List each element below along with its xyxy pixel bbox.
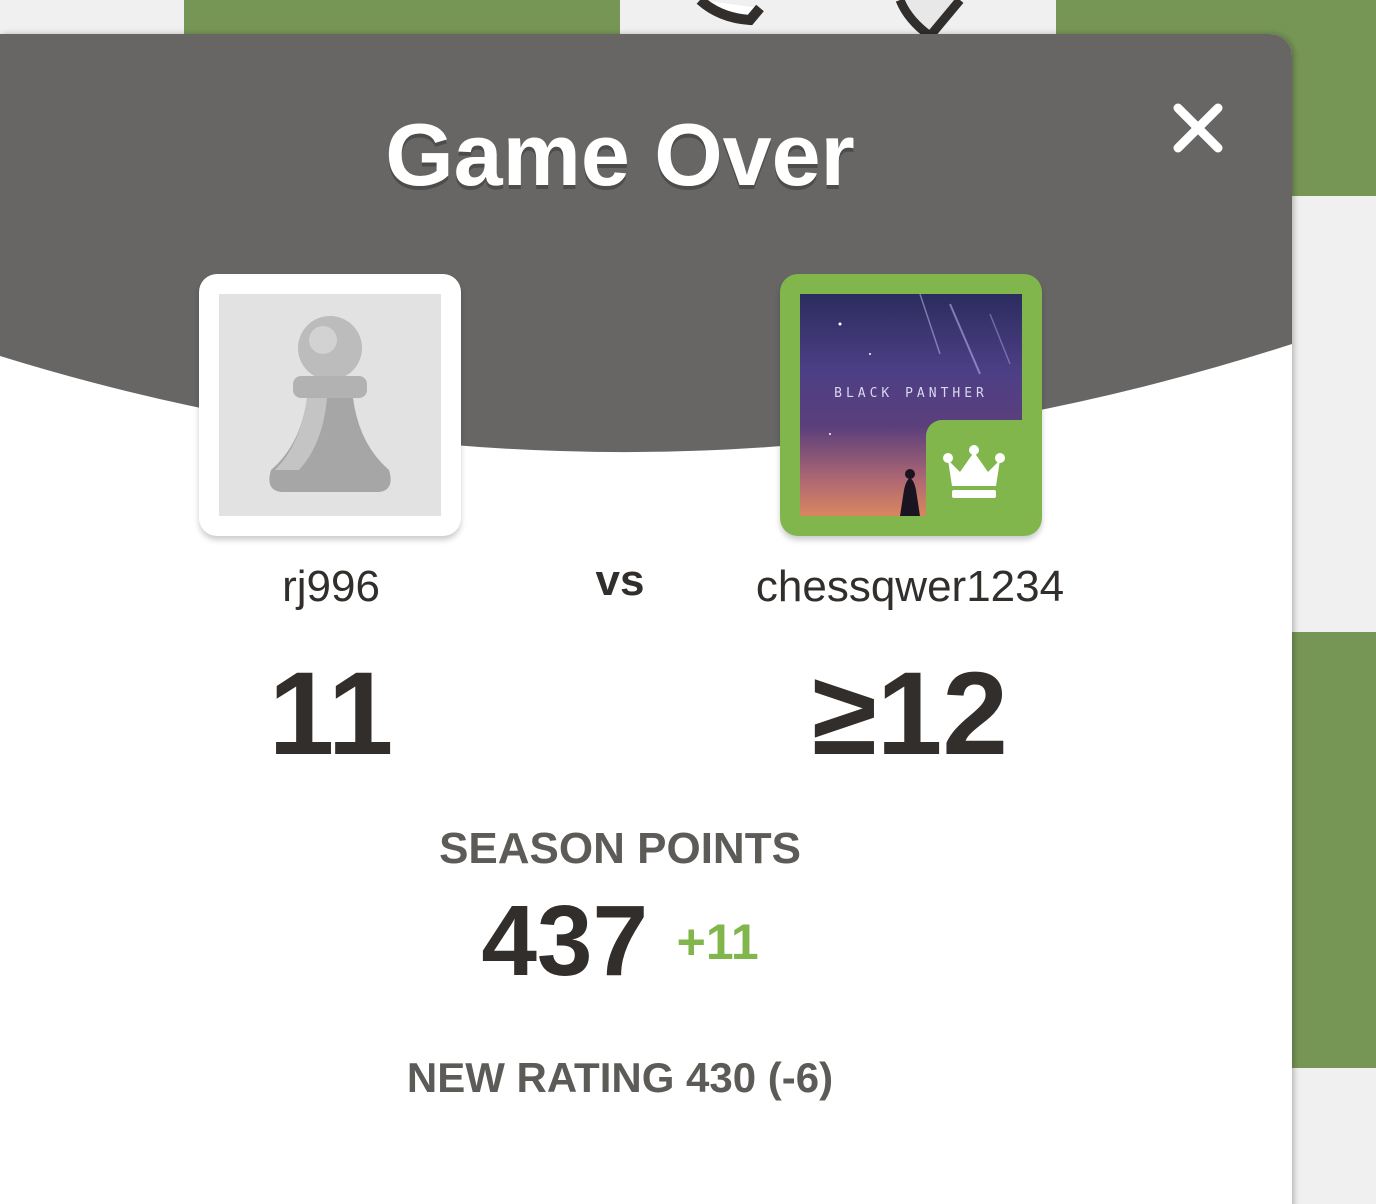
player-score-left: 11 — [268, 648, 394, 780]
season-points-value: 437 — [481, 885, 649, 997]
premium-badge — [926, 420, 1022, 516]
player-username-right[interactable]: chessqwer1234 — [700, 562, 1120, 612]
vs-label: vs — [595, 556, 645, 605]
pawn-icon — [269, 316, 391, 492]
avatar-image: BLACK PANTHER — [800, 294, 1022, 516]
board-square — [1292, 196, 1376, 632]
game-over-modal: Game Over BLACK PANTHER rj996 vs chessqw… — [0, 34, 1292, 1204]
player-username-left[interactable]: rj996 — [200, 562, 462, 612]
avatar-art-caption: BLACK PANTHER — [834, 386, 988, 401]
player-avatar-left[interactable] — [199, 274, 461, 536]
game-screen: Game Over BLACK PANTHER rj996 vs chessqw… — [0, 0, 1376, 1204]
season-points-label: SEASON POINTS — [439, 824, 801, 873]
season-points-delta: +11 — [676, 913, 759, 970]
close-icon — [1173, 103, 1223, 153]
new-rating-text: NEW RATING 430 (-6) — [406, 1054, 834, 1101]
season-points-row: 437 +11 — [0, 884, 1240, 999]
avatar-placeholder — [219, 294, 441, 516]
board-square — [1292, 632, 1376, 1068]
board-square — [1292, 1068, 1376, 1204]
player-score-right: ≥12 — [811, 648, 1008, 780]
modal-title: Game Over — [385, 105, 855, 204]
player-avatar-right[interactable]: BLACK PANTHER — [780, 274, 1042, 536]
close-button[interactable] — [1162, 92, 1234, 164]
crown-icon — [943, 445, 1005, 498]
